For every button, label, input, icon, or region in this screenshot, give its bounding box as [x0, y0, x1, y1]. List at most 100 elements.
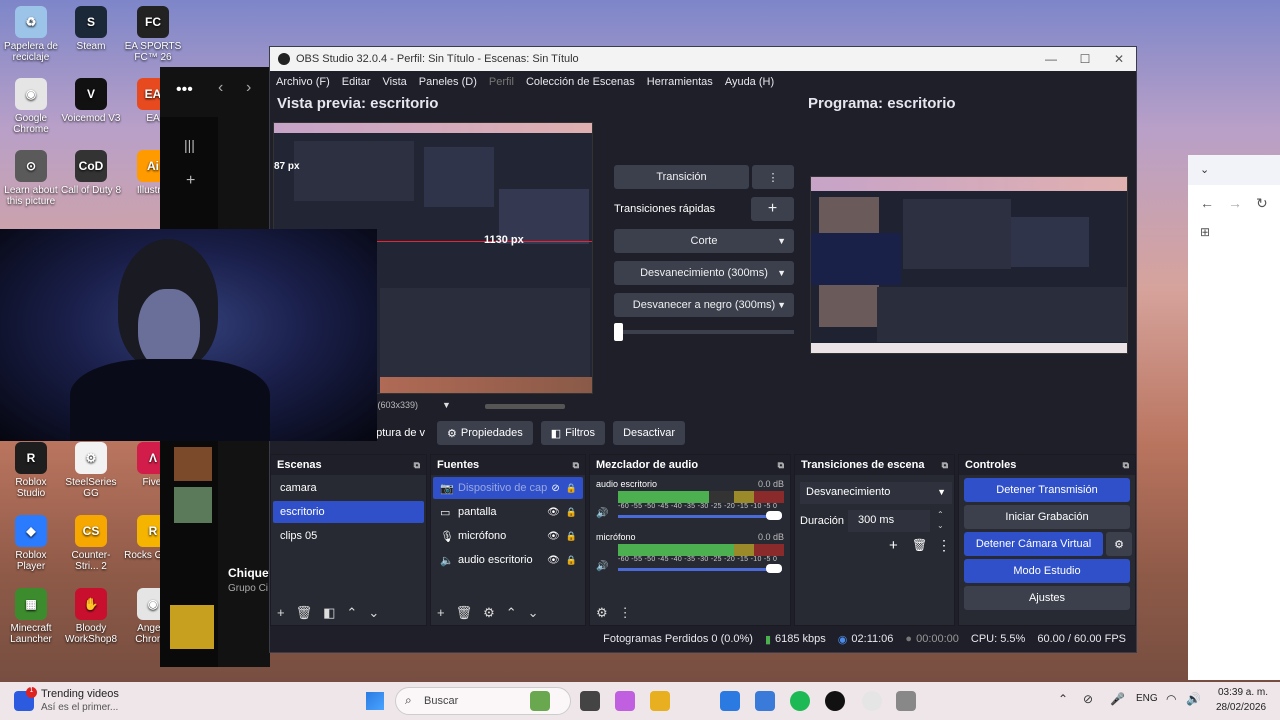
volume-slider[interactable]: 🔊 [596, 561, 782, 573]
forward-icon[interactable]: → [1228, 195, 1242, 211]
lock-icon[interactable]: 🔒 [566, 555, 577, 566]
control-button[interactable]: Detener Transmisión [964, 478, 1130, 502]
advanced-audio-icon[interactable]: ⚙ [596, 605, 608, 621]
back-icon[interactable]: ‹ [218, 79, 223, 97]
dock-undock-icon[interactable]: ⧉ [942, 460, 948, 471]
dock-undock-icon[interactable]: ⧉ [1123, 460, 1129, 471]
playlist-thumb[interactable] [174, 487, 212, 523]
control-button[interactable]: Ajustes [964, 586, 1130, 610]
gear-icon[interactable]: ⚙ [483, 605, 495, 621]
mixer-menu-icon[interactable]: ⋮ [619, 605, 632, 621]
source-item[interactable]: 📷 Dispositivo de cap ⊘ 🔒 [433, 477, 583, 499]
maximize-icon[interactable]: ☐ [1068, 52, 1102, 66]
desktop-icon[interactable]: R Roblox Studio [0, 442, 62, 499]
eye-icon[interactable]: 👁 [547, 555, 560, 566]
clock-time[interactable]: 03:39 a. m. [1218, 687, 1268, 698]
menu-item[interactable]: Archivo (F) [276, 76, 330, 88]
chevron-down-icon[interactable]: ⌄ [368, 605, 379, 621]
chevron-up-icon[interactable]: ⌃ [346, 605, 357, 621]
transition-slider-track[interactable] [614, 330, 794, 334]
clock-date[interactable]: 28/02/2026 [1216, 702, 1266, 713]
reload-icon[interactable]: ↻ [1256, 195, 1268, 212]
desktop-icon[interactable]: FC EA SPORTS FC™ 26 [122, 6, 184, 63]
control-button[interactable]: Modo Estudio [964, 559, 1130, 583]
apps-icon[interactable]: ⊞ [1200, 225, 1210, 239]
game-icon[interactable] [530, 691, 550, 711]
menu-item[interactable]: Editar [342, 76, 371, 88]
dock-undock-icon[interactable]: ⧉ [778, 460, 784, 471]
chevron-up-icon[interactable]: ⌃ [506, 605, 517, 621]
spotify-icon[interactable] [790, 691, 810, 711]
network-off-icon[interactable]: ⊘ [1083, 692, 1093, 706]
lock-icon[interactable]: 🔒 [566, 531, 577, 542]
desktop-icon[interactable]: CS Counter-Stri... 2 [60, 515, 122, 572]
dock-undock-icon[interactable]: ⧉ [573, 460, 579, 471]
add-icon[interactable]: + [277, 605, 285, 621]
control-button[interactable]: Iniciar Grabación [964, 505, 1130, 529]
store-icon[interactable] [720, 691, 740, 711]
close-icon[interactable]: ✕ [1102, 52, 1136, 66]
scene-item[interactable]: clips 05 [273, 525, 424, 547]
menu-item[interactable]: Colección de Escenas [526, 76, 635, 88]
playlist-title[interactable]: Chiquet [228, 566, 273, 580]
transition-button[interactable]: Transición [614, 165, 749, 189]
trash-icon[interactable]: 🗑 [296, 605, 313, 621]
desktop-icon[interactable]: ▦ Minecraft Launcher [0, 588, 62, 645]
menu-item[interactable]: Vista [383, 76, 407, 88]
source-item[interactable]: 🎙 micrófono 👁 🔒 [433, 525, 583, 547]
menu-item[interactable]: Perfil [489, 76, 514, 88]
mute-speaker-icon[interactable]: 🔊 [596, 561, 608, 572]
deactivate-button[interactable]: Desactivar [613, 421, 686, 445]
transition-menu-icon[interactable]: ⋮ [752, 165, 794, 189]
add-quick-transition-icon[interactable]: + [751, 197, 794, 221]
microphone-icon[interactable]: 🎤 [1110, 692, 1125, 706]
widget-title[interactable]: Trending videos [41, 688, 119, 700]
hidden-eye-icon[interactable]: ⊘ [551, 483, 559, 494]
preview-scrollbar[interactable] [485, 404, 565, 409]
desktop-icon[interactable]: ◉ Google Chrome [0, 78, 62, 135]
filters-button[interactable]: ◧ Filtros [540, 421, 606, 445]
add-icon[interactable]: + [437, 605, 445, 621]
windows-start-icon[interactable] [366, 692, 384, 710]
dock-undock-icon[interactable]: ⧉ [414, 460, 420, 471]
back-icon[interactable]: ← [1200, 195, 1214, 211]
eye-icon[interactable]: 👁 [547, 531, 560, 542]
playlist-thumb[interactable] [170, 605, 214, 649]
properties-button[interactable]: ⚙ Propiedades [437, 421, 533, 445]
control-button[interactable]: Detener Cámara Virtual ⚙ [964, 532, 1132, 556]
menu-item[interactable]: Paneles (D) [419, 76, 477, 88]
menu-item[interactable]: Herramientas [647, 76, 713, 88]
filter-icon[interactable]: ◧ [323, 605, 335, 621]
desktop-icon[interactable]: ♻ Papelera de reciclaje [0, 6, 62, 63]
add-icon[interactable]: + [186, 172, 195, 190]
mail-icon[interactable] [755, 691, 775, 711]
duration-stepper[interactable]: ⌃ ⌄ [937, 509, 944, 531]
library-icon[interactable]: ||| [184, 137, 195, 153]
quick-transition-button[interactable]: Desvanecimiento (300ms) ▼ [614, 261, 794, 285]
transition-menu-icon[interactable]: ⋮ [937, 537, 951, 554]
file-explorer-icon[interactable] [580, 691, 600, 711]
copilot-icon[interactable] [615, 691, 635, 711]
transition-slider-handle[interactable] [614, 323, 623, 341]
trash-icon[interactable]: 🗑 [456, 605, 473, 621]
scene-item[interactable]: camara [273, 477, 424, 499]
minimize-icon[interactable]: — [1034, 52, 1068, 66]
chevron-down-icon[interactable]: ⌄ [1200, 163, 1209, 176]
add-icon[interactable]: + [889, 537, 898, 554]
menu-item[interactable]: Ayuda (H) [725, 76, 774, 88]
desktop-icon[interactable]: S Steam [60, 6, 122, 52]
desktop-icon[interactable]: ✋ Bloody WorkShop8 [60, 588, 122, 645]
eye-icon[interactable]: 👁 [547, 507, 560, 518]
playlist-thumb[interactable] [174, 447, 212, 481]
mute-speaker-icon[interactable]: 🔊 [596, 508, 608, 519]
chevron-up-icon[interactable]: ⌃ [1058, 692, 1068, 706]
desktop-icon[interactable]: ⚙ SteelSeries GG [60, 442, 122, 499]
desktop-icon[interactable]: ◆ Roblox Player [0, 515, 62, 572]
quick-transition-button[interactable]: Desvanecer a negro (300ms) ▼ [614, 293, 794, 317]
virtual-camera-settings-icon[interactable]: ⚙ [1106, 532, 1132, 556]
lock-icon[interactable]: 🔒 [566, 483, 577, 494]
chrome-icon[interactable] [862, 691, 882, 711]
source-item[interactable]: ▭ pantalla 👁 🔒 [433, 501, 583, 523]
wifi-icon[interactable]: ◠ [1166, 692, 1176, 706]
desktop-icon[interactable]: ⊙ Learn about this picture [0, 150, 62, 207]
